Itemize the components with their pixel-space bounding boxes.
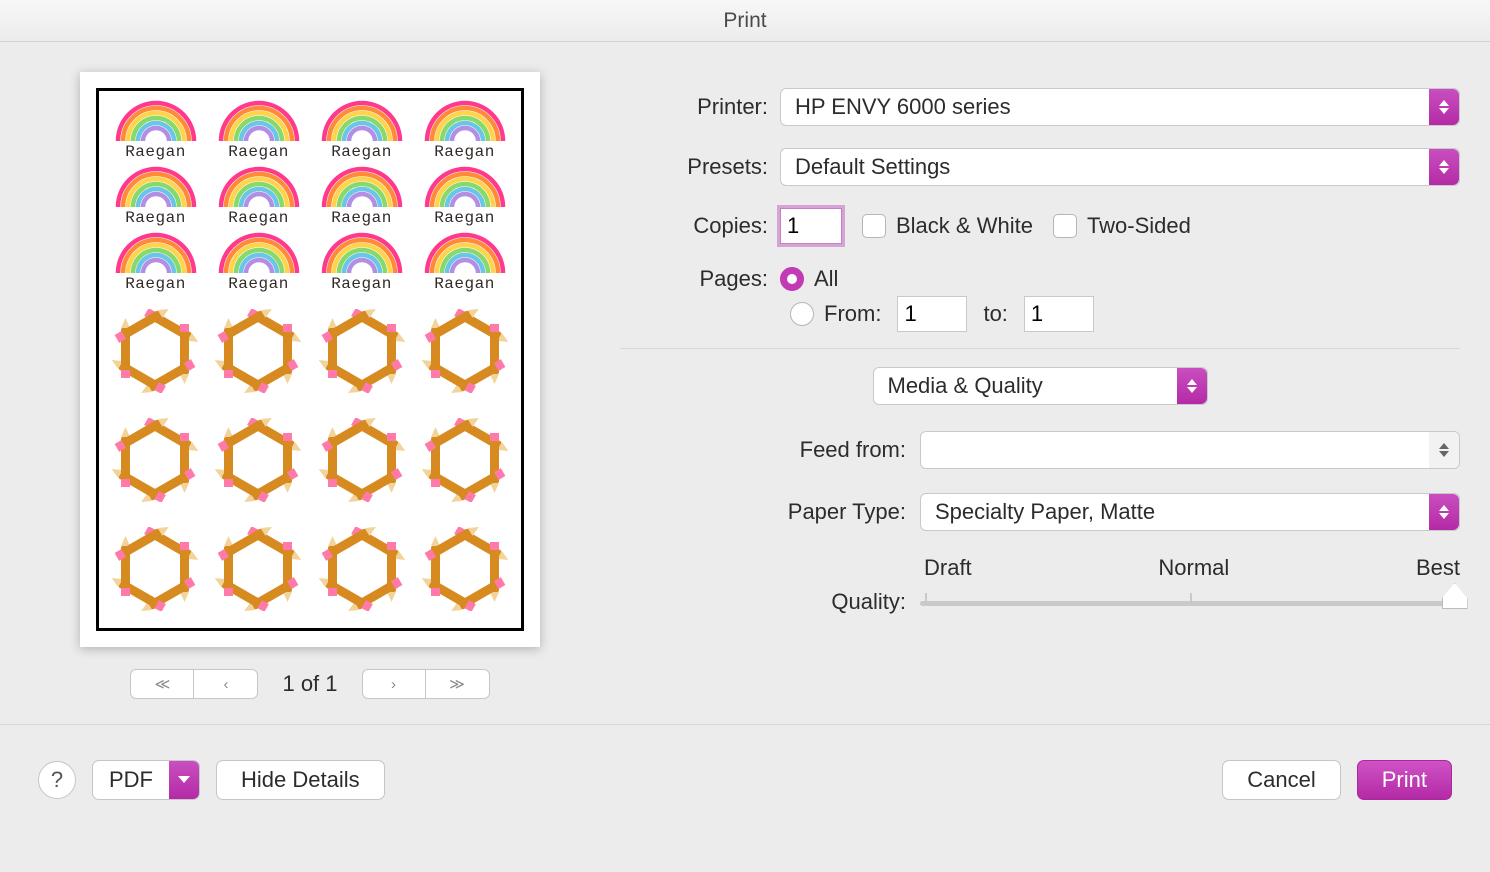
preview-pencil-hex-sticker: [416, 299, 516, 402]
chevron-updown-icon: [1429, 432, 1459, 468]
presets-label: Presets:: [620, 154, 780, 180]
preview-rainbow-sticker: Raegan: [208, 99, 309, 161]
printer-label: Printer:: [620, 94, 780, 120]
print-preview-content: RaeganRaeganRaeganRaeganRaeganRaeganRaeg…: [96, 88, 524, 631]
pager-next-button[interactable]: ›: [362, 669, 426, 699]
window-title: Print: [723, 9, 766, 33]
pages-from-label: From:: [824, 301, 881, 327]
preview-pencil-hex-sticker: [312, 299, 412, 402]
dialog-footer: ? PDF Hide Details Cancel Print: [0, 724, 1490, 834]
preview-rainbow-sticker: Raegan: [105, 231, 206, 293]
chevron-updown-icon: [1429, 89, 1459, 125]
window-title-bar: Print: [0, 0, 1490, 42]
divider: [620, 348, 1460, 349]
feed-from-popup[interactable]: [920, 431, 1460, 469]
pager-first-button[interactable]: ≪: [130, 669, 194, 699]
preview-pencil-hex-sticker: [312, 408, 412, 511]
preview-pencil-hex-sticker: [416, 517, 516, 620]
preview-rainbow-sticker: Raegan: [311, 165, 412, 227]
preview-rainbow-sticker: Raegan: [414, 231, 515, 293]
bw-label: Black & White: [896, 213, 1033, 239]
preview-pencil-hex-sticker: [416, 408, 516, 511]
pdf-menu-button[interactable]: PDF: [92, 760, 200, 800]
pager-prev-button[interactable]: ‹: [194, 669, 258, 699]
presets-value: Default Settings: [795, 154, 950, 180]
pager-status: 1 of 1: [282, 671, 337, 697]
preview-pencil-hex-sticker: [209, 299, 309, 402]
preview-rainbow-sticker: Raegan: [311, 231, 412, 293]
pages-range-radio[interactable]: [790, 302, 814, 326]
pages-all-radio[interactable]: [780, 267, 804, 291]
pager-back-group: ≪ ‹: [130, 669, 258, 699]
two-sided-checkbox[interactable]: [1053, 214, 1077, 238]
pages-all-label: All: [814, 266, 838, 292]
copies-label: Copies:: [620, 213, 780, 239]
preview-pencil-hex-sticker: [209, 408, 309, 511]
pages-from-input[interactable]: [897, 296, 967, 332]
quality-tick-draft: Draft: [924, 555, 972, 581]
slider-thumb-icon[interactable]: [1442, 583, 1468, 609]
chevron-updown-icon: [1429, 494, 1459, 530]
help-icon: ?: [51, 767, 63, 793]
chevron-updown-icon: [1429, 149, 1459, 185]
pages-label: Pages:: [620, 266, 780, 292]
help-button[interactable]: ?: [38, 761, 76, 799]
preview-rainbow-sticker: Raegan: [105, 165, 206, 227]
quality-label: Quality:: [620, 589, 920, 619]
pages-to-input[interactable]: [1024, 296, 1094, 332]
bw-checkbox[interactable]: [862, 214, 886, 238]
printer-popup[interactable]: HP ENVY 6000 series: [780, 88, 1460, 126]
preview-rainbow-sticker: Raegan: [208, 165, 309, 227]
pdf-label: PDF: [93, 767, 169, 793]
preview-pager: ≪ ‹ 1 of 1 › ≫: [30, 669, 590, 699]
preview-rainbow-sticker: Raegan: [208, 231, 309, 293]
quality-tick-best: Best: [1416, 555, 1460, 581]
quality-tick-normal: Normal: [1158, 555, 1229, 581]
preview-pencil-hex-sticker: [209, 517, 309, 620]
paper-type-value: Specialty Paper, Matte: [935, 499, 1155, 525]
preview-pencil-hex-sticker: [105, 408, 205, 511]
pager-last-button[interactable]: ≫: [426, 669, 490, 699]
options-column: Printer: HP ENVY 6000 series Presets: De…: [620, 72, 1460, 724]
preview-rainbow-sticker: Raegan: [105, 99, 206, 161]
paper-type-popup[interactable]: Specialty Paper, Matte: [920, 493, 1460, 531]
preview-rainbow-sticker: Raegan: [414, 99, 515, 161]
section-popup[interactable]: Media & Quality: [873, 367, 1208, 405]
section-value: Media & Quality: [888, 373, 1043, 399]
preview-column: RaeganRaeganRaeganRaeganRaeganRaeganRaeg…: [30, 72, 590, 724]
preview-rainbow-sticker: Raegan: [311, 99, 412, 161]
feed-from-label: Feed from:: [620, 437, 920, 463]
two-sided-label: Two-Sided: [1087, 213, 1191, 239]
pages-to-label: to:: [983, 301, 1007, 327]
chevron-down-icon: [169, 761, 199, 799]
printer-value: HP ENVY 6000 series: [795, 94, 1011, 120]
print-button[interactable]: Print: [1357, 760, 1452, 800]
presets-popup[interactable]: Default Settings: [780, 148, 1460, 186]
dialog-content: RaeganRaeganRaeganRaeganRaeganRaeganRaeg…: [0, 42, 1490, 724]
hide-details-button[interactable]: Hide Details: [216, 760, 385, 800]
preview-pencil-hex-sticker: [105, 517, 205, 620]
preview-pencil-hex-sticker: [312, 517, 412, 620]
cancel-button[interactable]: Cancel: [1222, 760, 1340, 800]
pager-fwd-group: › ≫: [362, 669, 490, 699]
paper-type-label: Paper Type:: [620, 499, 920, 525]
quality-slider[interactable]: [920, 587, 1460, 619]
chevron-updown-icon: [1177, 368, 1207, 404]
print-preview-page: RaeganRaeganRaeganRaeganRaeganRaeganRaeg…: [80, 72, 540, 647]
preview-pencil-hex-sticker: [105, 299, 205, 402]
preview-rainbow-sticker: Raegan: [414, 165, 515, 227]
copies-input[interactable]: [780, 208, 842, 244]
